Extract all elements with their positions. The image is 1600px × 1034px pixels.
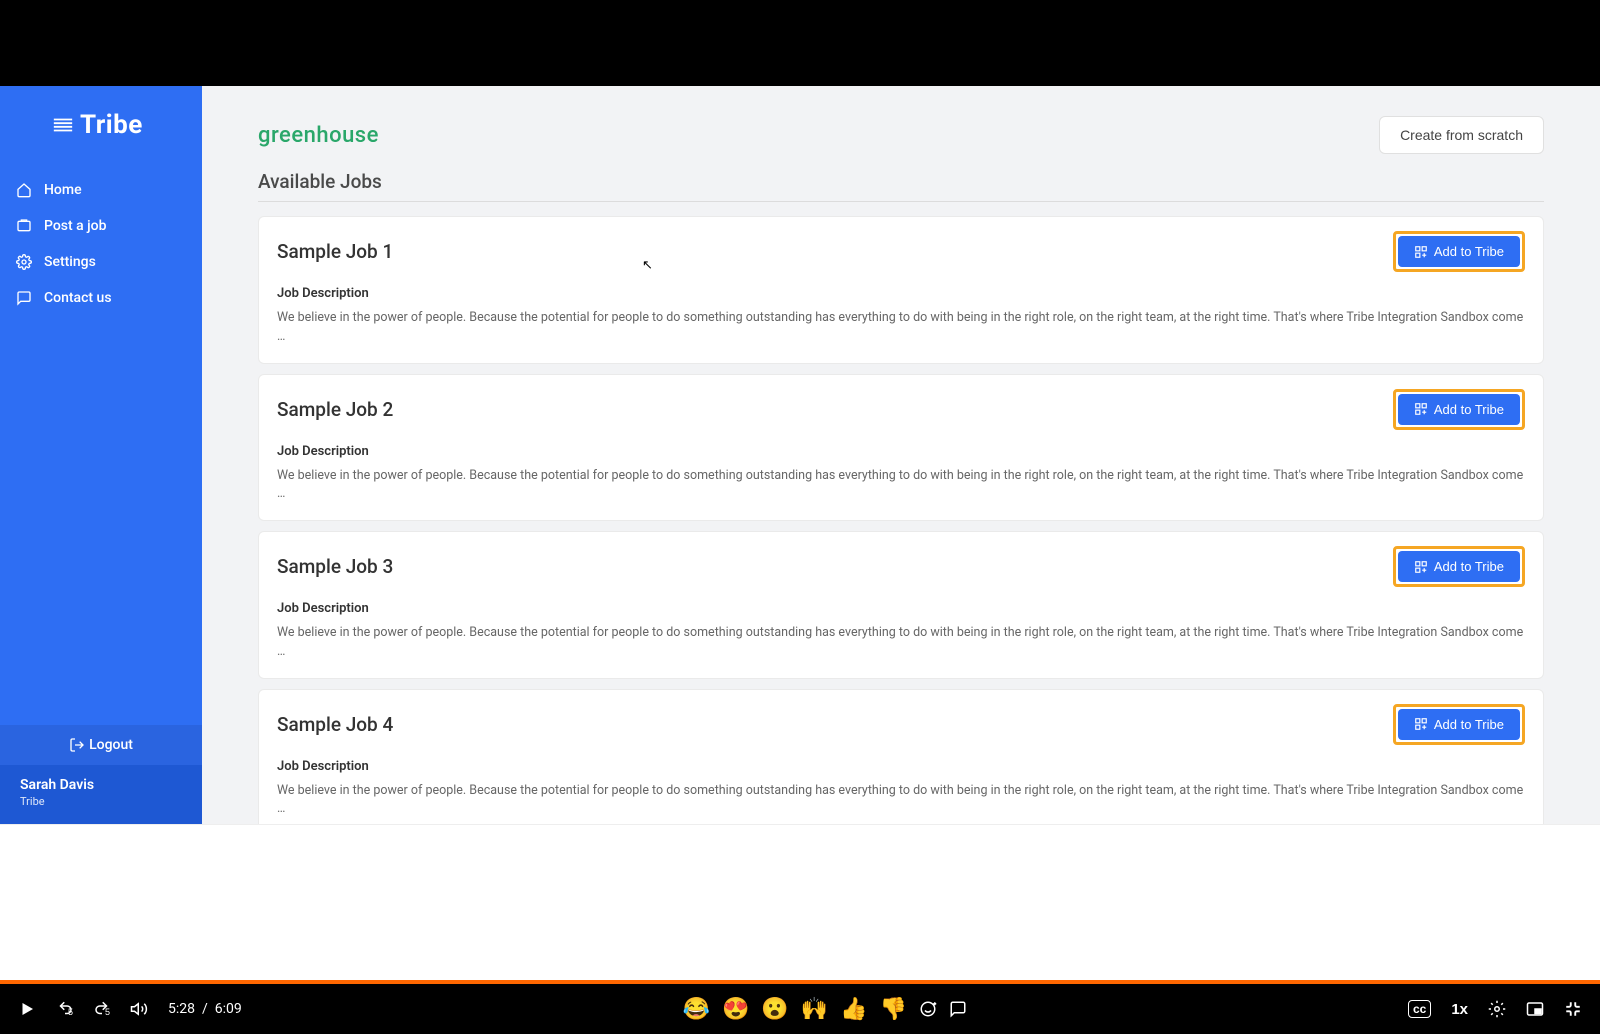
sidebar-user-name: Sarah Davis xyxy=(20,777,182,793)
job-title: Sample Job 4 xyxy=(277,713,393,736)
job-title: Sample Job 2 xyxy=(277,398,393,421)
reactions-bar: 😂 😍 😮 🙌 👍 👎 xyxy=(262,997,1388,1022)
job-card: Sample Job 4 Add to Tribe Job Descriptio… xyxy=(258,689,1544,825)
post-job-icon xyxy=(16,218,32,234)
video-player-controls: 5 5 5:28 / 6:09 😂 😍 😮 🙌 👍 👎 xyxy=(0,980,1600,1034)
job-card: Sample Job 3 Add to Tribe Job Descriptio… xyxy=(258,531,1544,679)
emoji-picker-icon xyxy=(919,1000,937,1018)
add-button-label: Add to Tribe xyxy=(1434,559,1504,574)
pip-button[interactable] xyxy=(1526,1000,1544,1018)
video-settings-button[interactable] xyxy=(1488,1000,1506,1018)
reaction-hands[interactable]: 🙌 xyxy=(801,997,828,1022)
job-description-text: We believe in the power of people. Becau… xyxy=(277,309,1525,347)
main-content: greenhouse Create from scratch Available… xyxy=(202,86,1600,824)
reaction-thumbs-down[interactable]: 👎 xyxy=(880,997,907,1022)
app-logo-text: Tribe xyxy=(80,110,143,140)
speed-button[interactable]: 1x xyxy=(1451,1001,1468,1018)
sidebar-item-label: Post a job xyxy=(44,218,107,234)
add-button-highlight-frame: Add to Tribe xyxy=(1393,546,1525,587)
sidebar-item-settings[interactable]: Settings xyxy=(0,244,202,280)
video-time: 5:28 / 6:09 xyxy=(168,1001,242,1017)
job-description-text: We believe in the power of people. Becau… xyxy=(277,782,1525,820)
volume-button[interactable] xyxy=(130,1000,148,1018)
video-duration: 6:09 xyxy=(215,1001,242,1017)
pip-icon xyxy=(1526,1000,1544,1018)
add-emoji-button[interactable] xyxy=(919,1000,937,1018)
job-title: Sample Job 1 xyxy=(277,240,393,263)
create-from-scratch-button[interactable]: Create from scratch xyxy=(1379,116,1544,154)
play-button[interactable] xyxy=(18,1000,36,1018)
tribe-logo-icon xyxy=(52,114,74,136)
gear-icon xyxy=(1488,1000,1506,1018)
sidebar-user-block: Sarah Davis Tribe xyxy=(0,765,202,824)
sidebar-user-org: Tribe xyxy=(20,795,182,808)
reaction-laugh[interactable]: 😂 xyxy=(683,997,710,1022)
window-top-blackbar xyxy=(0,0,1600,86)
job-description-label: Job Description xyxy=(277,601,1525,616)
add-to-tribe-button[interactable]: Add to Tribe xyxy=(1398,551,1520,582)
sidebar-item-label: Home xyxy=(44,182,82,198)
sidebar: Tribe Home Post a job Settings Contact u… xyxy=(0,86,202,824)
job-description-label: Job Description xyxy=(277,444,1525,459)
logout-label: Logout xyxy=(89,737,133,753)
grid-add-icon xyxy=(1414,717,1428,731)
integration-brand-label: greenhouse xyxy=(258,123,379,148)
content-header: greenhouse Create from scratch xyxy=(258,116,1544,154)
play-icon xyxy=(18,1000,36,1018)
sidebar-nav: Home Post a job Settings Contact us xyxy=(0,164,202,324)
add-button-label: Add to Tribe xyxy=(1434,402,1504,417)
add-to-tribe-button[interactable]: Add to Tribe xyxy=(1398,709,1520,740)
sidebar-item-label: Contact us xyxy=(44,290,112,306)
sidebar-item-home[interactable]: Home xyxy=(0,172,202,208)
settings-icon xyxy=(16,254,32,270)
add-to-tribe-button[interactable]: Add to Tribe xyxy=(1398,394,1520,425)
contact-icon xyxy=(16,290,32,306)
jobs-list: Sample Job 1 Add to Tribe Job Descriptio… xyxy=(258,216,1544,824)
add-button-highlight-frame: Add to Tribe xyxy=(1393,389,1525,430)
sidebar-spacer xyxy=(0,324,202,725)
fullscreen-exit-icon xyxy=(1564,1000,1582,1018)
job-description-label: Job Description xyxy=(277,759,1525,774)
app-frame: Tribe Home Post a job Settings Contact u… xyxy=(0,86,1600,824)
reaction-wow[interactable]: 😮 xyxy=(761,997,788,1022)
job-description-text: We believe in the power of people. Becau… xyxy=(277,467,1525,505)
job-card: Sample Job 1 Add to Tribe Job Descriptio… xyxy=(258,216,1544,364)
volume-icon xyxy=(130,1000,148,1018)
grid-add-icon xyxy=(1414,560,1428,574)
sidebar-item-label: Settings xyxy=(44,254,96,270)
comment-icon xyxy=(949,1000,967,1018)
home-icon xyxy=(16,182,32,198)
grid-add-icon xyxy=(1414,245,1428,259)
job-title: Sample Job 3 xyxy=(277,555,393,578)
logout-icon xyxy=(69,737,85,753)
add-button-highlight-frame: Add to Tribe xyxy=(1393,231,1525,272)
captions-button[interactable]: cc xyxy=(1408,1000,1431,1018)
job-description-label: Job Description xyxy=(277,286,1525,301)
add-button-highlight-frame: Add to Tribe xyxy=(1393,704,1525,745)
logout-button[interactable]: Logout xyxy=(0,725,202,765)
add-button-label: Add to Tribe xyxy=(1434,717,1504,732)
fullscreen-button[interactable] xyxy=(1564,1000,1582,1018)
add-to-tribe-button[interactable]: Add to Tribe xyxy=(1398,236,1520,267)
add-button-label: Add to Tribe xyxy=(1434,244,1504,259)
app-logo: Tribe xyxy=(0,86,202,164)
job-card: Sample Job 2 Add to Tribe Job Descriptio… xyxy=(258,374,1544,522)
forward-5-button[interactable]: 5 xyxy=(93,1000,110,1018)
job-description-text: We believe in the power of people. Becau… xyxy=(277,624,1525,662)
sidebar-item-post-job[interactable]: Post a job xyxy=(0,208,202,244)
video-progress-segments[interactable] xyxy=(0,980,1600,984)
grid-add-icon xyxy=(1414,402,1428,416)
reaction-thumbs-up[interactable]: 👍 xyxy=(840,997,867,1022)
video-current-time: 5:28 xyxy=(168,1001,195,1017)
page-bottom-whitespace xyxy=(0,824,1600,980)
reaction-heart-eyes[interactable]: 😍 xyxy=(722,997,749,1022)
sidebar-item-contact[interactable]: Contact us xyxy=(0,280,202,316)
comment-button[interactable] xyxy=(949,1000,967,1018)
section-title: Available Jobs xyxy=(258,170,1544,202)
rewind-5-button[interactable]: 5 xyxy=(56,1000,73,1018)
